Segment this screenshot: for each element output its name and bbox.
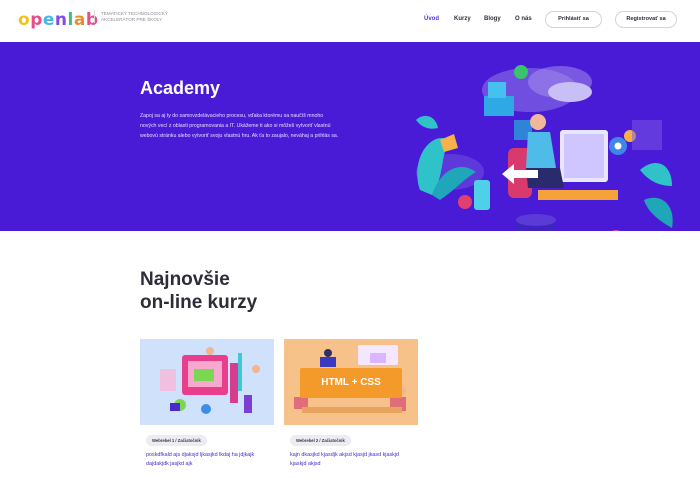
nav-item-o-nas[interactable]: O nás xyxy=(515,16,532,22)
logo-letter: a xyxy=(73,10,86,30)
courses-heading-line1: Najnovšie xyxy=(140,269,230,290)
course-image[interactable]: HTML + CSS xyxy=(284,339,418,425)
course-title[interactable]: poskdfkald ajs djaksjd ljkasjkd lkdaj ha… xyxy=(146,451,270,469)
course-image-label: HTML + CSS xyxy=(300,368,402,398)
course-illustration xyxy=(160,347,260,414)
register-button[interactable]: Registrovať sa xyxy=(615,11,677,28)
site-header: openlab Tematický technologický akcelerá… xyxy=(0,0,700,42)
courses-heading: Najnovšie on-line kurzy xyxy=(140,268,257,314)
course-level-badge: Webrebel 2 / Začiatočník xyxy=(290,435,351,446)
logo-letter: o xyxy=(18,10,31,30)
openlab-logo[interactable]: openlab xyxy=(18,10,98,30)
courses-heading-line2: on-line kurzy xyxy=(140,292,258,313)
course-level-badge: Webrebel 1 / Začiatočník xyxy=(146,435,207,446)
hero-title: Academy xyxy=(140,78,221,98)
logo-letter: p xyxy=(30,10,43,30)
nav-item-blogy[interactable]: Blogy xyxy=(484,16,501,22)
course-title[interactable]: kajn dkasjkd kjasdjk akjsd kjasjd jkasd … xyxy=(290,451,414,469)
course-image[interactable] xyxy=(140,339,274,425)
logo-tagline: Tematický technologický akcelerátor pre … xyxy=(94,11,170,23)
course-card[interactable]: HTML + CSS Webrebel 2 / Začiatočník kajn… xyxy=(284,339,418,489)
hero-description: Zapoj sa aj ty do samovzdelávacieho proc… xyxy=(140,113,339,139)
logo-letter: n xyxy=(54,10,68,30)
hero-banner: Academy Zapoj sa aj ty do samovzdelávaci… xyxy=(0,42,700,231)
login-button[interactable]: Prihlásiť sa xyxy=(545,11,602,28)
logo-letter: e xyxy=(42,10,55,30)
nav-item-kurzy[interactable]: Kurzy xyxy=(454,16,471,22)
course-card[interactable]: Webrebel 1 / Začiatočník poskdfkald ajs … xyxy=(140,339,274,489)
nav-item-uvod[interactable]: Úvod xyxy=(424,16,439,22)
hero-illustration xyxy=(416,65,673,231)
